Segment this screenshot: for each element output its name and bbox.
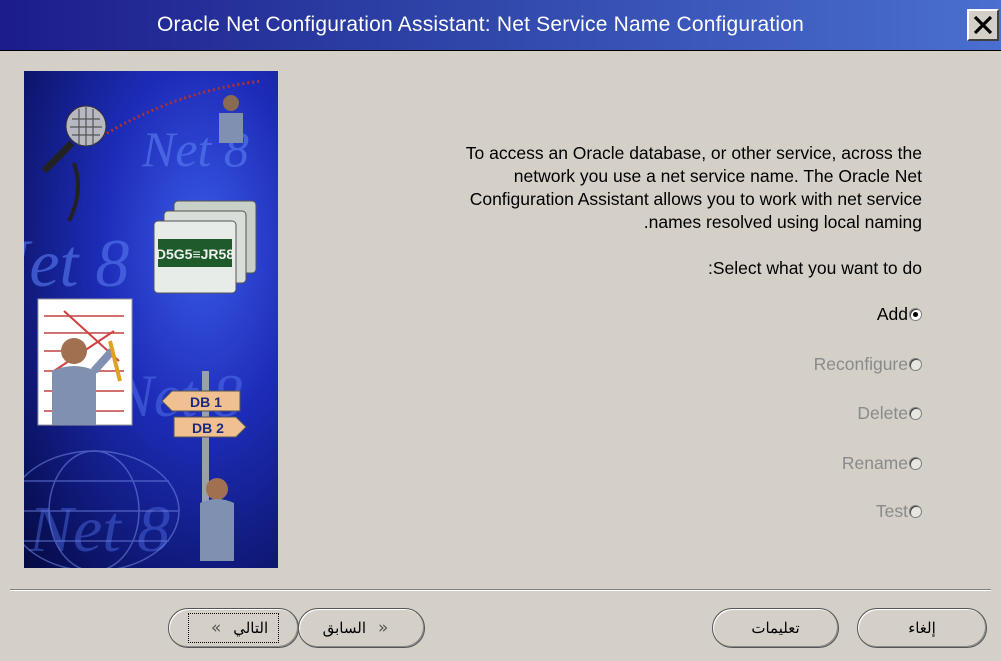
- close-icon: [973, 15, 993, 35]
- wizard-illustration: Net 8 Net 8 Net 8 Net 8 D5G5≡JR58: [24, 71, 278, 568]
- description-line: Configuration Assistant allows you to wo…: [469, 189, 922, 209]
- folder-stack-icon: D5G5≡JR58: [153, 200, 257, 294]
- cancel-button[interactable]: إلغاء: [857, 608, 987, 648]
- next-button-label: التالي: [233, 620, 269, 637]
- document-figure: [37, 298, 133, 426]
- action-prompt: :Select what you want to do: [707, 258, 922, 278]
- next-button-focus: « التالي: [187, 613, 280, 643]
- signpost-icon: DB 1 DB 2: [161, 371, 247, 511]
- help-button-label: تعليمات: [751, 620, 800, 637]
- person-figure-1: [219, 95, 243, 143]
- option-reconfigure[interactable]: Reconfigure: [814, 352, 922, 376]
- option-label: Delete: [857, 402, 908, 423]
- option-delete[interactable]: Delete: [857, 401, 922, 425]
- option-add[interactable]: Add: [877, 302, 922, 326]
- description-line: network you use a net service name. The …: [513, 166, 922, 186]
- option-label: Add: [876, 303, 908, 324]
- title-bar: Oracle Net Configuration Assistant: Net …: [0, 0, 1001, 51]
- svg-text:D5G5≡JR58: D5G5≡JR58: [156, 246, 234, 262]
- chevron-left-icon: «: [210, 618, 222, 638]
- option-label: Test: [875, 500, 908, 521]
- chevron-right-icon: »: [377, 618, 389, 638]
- cancel-button-label: إلغاء: [908, 620, 936, 637]
- back-button[interactable]: السابق »: [298, 608, 425, 648]
- description-line: To access an Oracle database, or other s…: [465, 143, 922, 163]
- option-rename[interactable]: Rename: [842, 451, 922, 475]
- button-separator: [10, 589, 991, 591]
- microphone-icon: [41, 105, 107, 222]
- next-button[interactable]: « التالي: [168, 608, 299, 648]
- close-button[interactable]: [967, 9, 999, 41]
- description-line: .names resolved using local naming: [643, 212, 922, 232]
- window-title: Oracle Net Configuration Assistant: Net …: [157, 13, 804, 36]
- back-button-label: السابق: [322, 620, 366, 637]
- radio-rename[interactable]: [909, 456, 922, 470]
- radio-delete[interactable]: [909, 406, 922, 420]
- help-button[interactable]: تعليمات: [712, 608, 839, 648]
- watermark-text-2: Net 8: [24, 225, 129, 301]
- option-label: Rename: [841, 452, 908, 473]
- option-test[interactable]: Test: [876, 499, 922, 523]
- option-label: Reconfigure: [813, 353, 908, 374]
- svg-text:DB 2: DB 2: [192, 420, 224, 436]
- description-text: To access an Oracle database, or other s…: [360, 142, 922, 234]
- radio-add[interactable]: [909, 307, 922, 321]
- radio-test[interactable]: [909, 504, 922, 518]
- radio-reconfigure[interactable]: [909, 357, 922, 371]
- svg-text:DB 1: DB 1: [190, 394, 222, 410]
